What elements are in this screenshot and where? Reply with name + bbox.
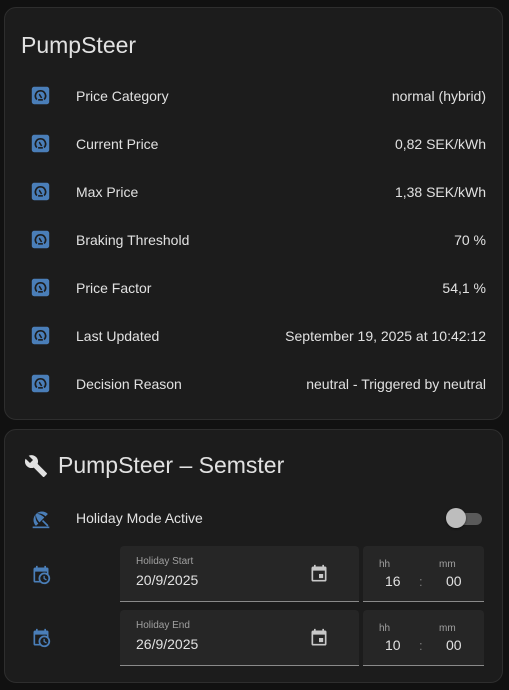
time-separator: :	[419, 638, 423, 653]
toggle-thumb	[446, 508, 466, 528]
holiday-end-date-field[interactable]: Holiday End 26/9/2025	[120, 610, 359, 666]
calendar-clock-icon	[33, 565, 51, 585]
sensor-value: 54,1 %	[442, 280, 486, 296]
pumpsteer-card: PumpSteer Price Category normal (hybrid) C…	[4, 7, 503, 420]
sensor-value: September 19, 2025 at 10:42:12	[285, 328, 486, 344]
sensor-label: Price Factor	[76, 280, 152, 296]
sensor-value: 0,82 SEK/kWh	[394, 136, 486, 152]
minutes-input[interactable]: 00	[446, 637, 462, 653]
minutes-input[interactable]: 00	[446, 573, 462, 589]
gauge-icon	[31, 278, 50, 297]
gauge-icon	[31, 182, 50, 201]
gauge-icon	[31, 134, 50, 153]
gauge-icon	[31, 374, 50, 393]
sensor-value: 70 %	[454, 232, 486, 248]
hours-label: hh	[379, 559, 391, 570]
card-title: PumpSteer – Semster	[58, 452, 285, 478]
field-label: Holiday End	[136, 620, 190, 631]
card-title: PumpSteer	[21, 32, 137, 58]
hours-input[interactable]: 10	[385, 637, 401, 653]
sensor-row[interactable]: Last Updated September 19, 2025 at 10:42:…	[5, 312, 502, 360]
calendar-icon[interactable]	[309, 564, 329, 584]
sensor-label: Max Price	[76, 184, 139, 200]
wrench-icon	[24, 454, 47, 477]
card-title-row: PumpSteer – Semster	[24, 452, 284, 479]
sensor-label: Price Category	[76, 88, 169, 104]
sensor-row[interactable]: Current Price 0,82 SEK/kWh	[5, 120, 502, 168]
hours-label: hh	[379, 623, 391, 634]
minutes-label: mm	[439, 623, 456, 634]
sensor-label: Current Price	[76, 136, 159, 152]
date-value: 20/9/2025	[136, 572, 199, 588]
pumpsteer-semster-card: PumpSteer – Semster Holiday Mode Active …	[4, 429, 503, 683]
time-separator: :	[419, 574, 423, 589]
holiday-start-date-field[interactable]: Holiday Start 20/9/2025	[120, 546, 359, 602]
calendar-icon[interactable]	[309, 628, 329, 648]
sensor-row[interactable]: Braking Threshold 70 %	[5, 216, 502, 264]
sensor-value: neutral - Triggered by neutral	[306, 376, 486, 392]
sensor-row[interactable]: Max Price 1,38 SEK/kWh	[5, 168, 502, 216]
holiday-start-time-field[interactable]: hh mm 16 : 00	[363, 546, 484, 602]
gauge-icon	[31, 230, 50, 249]
sensor-value: normal (hybrid)	[391, 88, 486, 104]
field-label: Holiday Start	[136, 556, 194, 567]
minutes-label: mm	[439, 559, 456, 570]
calendar-clock-icon	[33, 628, 51, 648]
date-value: 26/9/2025	[136, 636, 199, 652]
sensor-label: Last Updated	[76, 328, 160, 344]
sensor-value: 1,38 SEK/kWh	[394, 184, 486, 200]
sensor-row[interactable]: Decision Reason neutral - Triggered by ne…	[5, 360, 502, 408]
sensor-label: Braking Threshold	[76, 232, 190, 248]
holiday-mode-label: Holiday Mode Active	[76, 510, 203, 526]
gauge-icon	[31, 326, 50, 345]
holiday-mode-toggle[interactable]	[446, 508, 482, 528]
sensor-row[interactable]: Price Category normal (hybrid)	[5, 72, 502, 120]
hours-input[interactable]: 16	[385, 573, 401, 589]
beach-umbrella-icon	[32, 511, 50, 529]
sensor-label: Decision Reason	[76, 376, 182, 392]
sensor-row[interactable]: Price Factor 54,1 %	[5, 264, 502, 312]
holiday-end-time-field[interactable]: hh mm 10 : 00	[363, 610, 484, 666]
gauge-icon	[31, 86, 50, 105]
